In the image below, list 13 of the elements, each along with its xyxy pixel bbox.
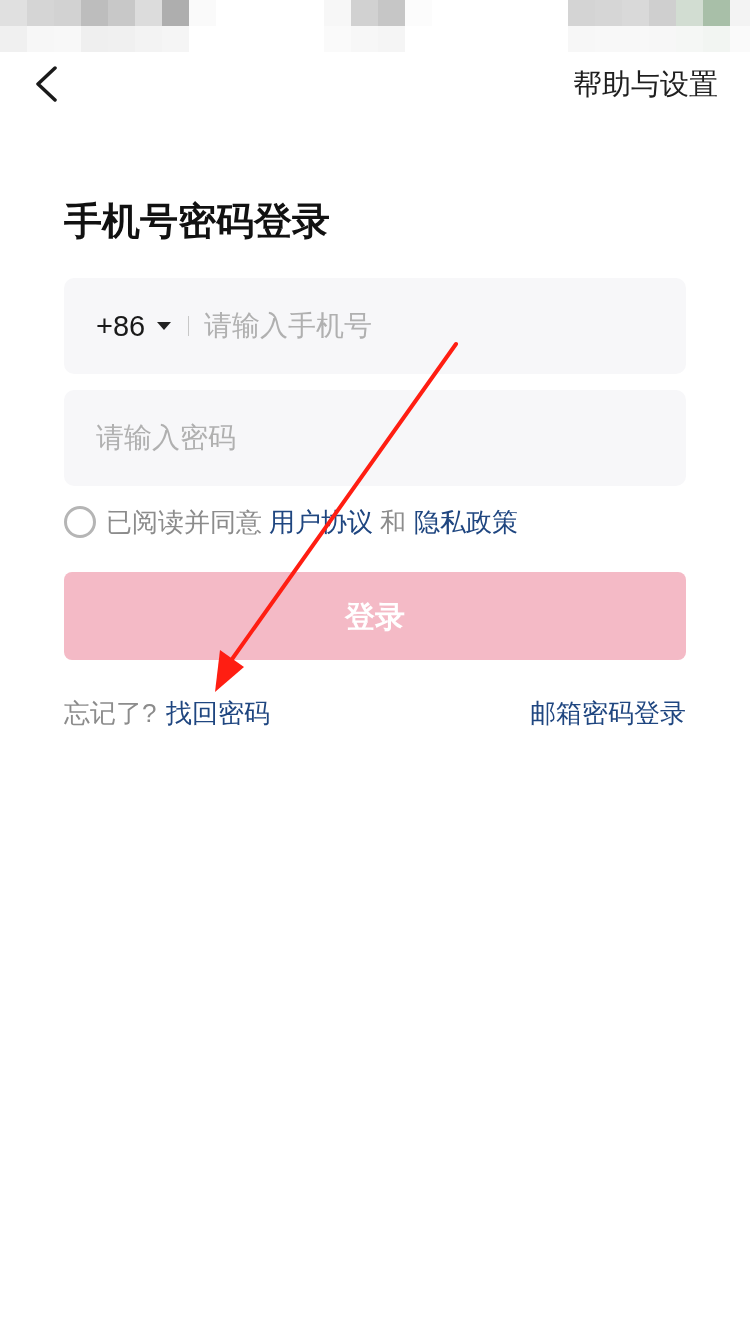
recover-password-link[interactable]: 找回密码 <box>166 698 271 728</box>
phone-number-input[interactable]: 请输入手机号 <box>204 306 686 346</box>
password-input-field[interactable]: 请输入密码 <box>64 390 686 486</box>
forgot-prompt: 忘记了? <box>64 698 157 728</box>
page-heading: 手机号密码登录 <box>64 199 331 244</box>
agreement-link[interactable]: 隐私政策 <box>413 507 518 537</box>
email-password-login-link[interactable]: 邮箱密码登录 <box>530 698 686 728</box>
country-code[interactable]: +86 <box>96 308 146 344</box>
back-icon[interactable] <box>34 66 58 102</box>
help-settings-link[interactable]: 帮助与设置 <box>573 66 718 102</box>
agreement-checkbox[interactable] <box>64 506 96 538</box>
dropdown-caret-icon[interactable] <box>157 322 172 330</box>
phone-input-field[interactable]: +86 请输入手机号 <box>64 278 686 374</box>
